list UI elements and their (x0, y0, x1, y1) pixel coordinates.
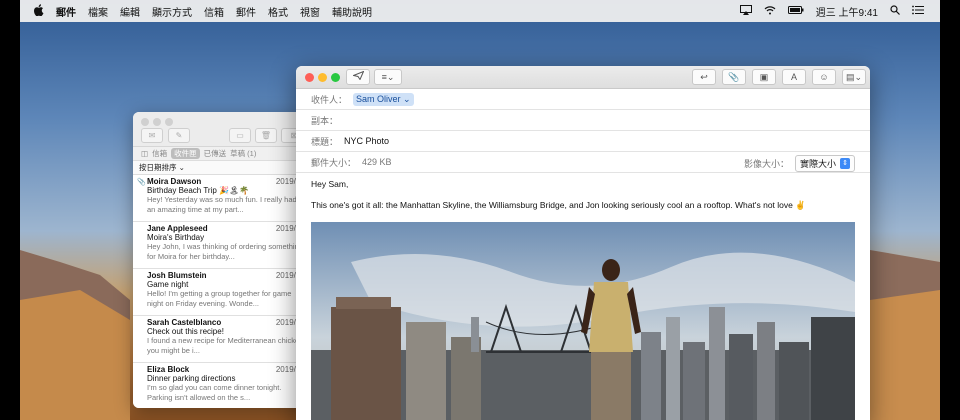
recipient-token[interactable]: Sam Oliver ⌄ (353, 92, 414, 106)
favorites-bar: ◫ 信箱 收件匣 已傳送 草稿 (1) (133, 147, 315, 161)
attach-icon[interactable]: 📎 (722, 69, 746, 85)
minimize-button[interactable] (318, 73, 327, 82)
menu-view[interactable]: 顯示方式 (152, 4, 192, 19)
minimize-button[interactable] (153, 118, 161, 126)
fav-sent[interactable]: 已傳送 (204, 148, 227, 159)
menu-clock[interactable]: 週三 上午9:41 (816, 4, 878, 19)
sidebar-toggle-icon[interactable]: ◫ (141, 149, 148, 158)
image-size-control: 影像大小： 實際大小 ⇕ (744, 155, 855, 172)
list-item[interactable]: 📎 Moira Dawson 2019/3/6 Birthday Beach T… (133, 175, 315, 222)
airplay-icon[interactable] (739, 4, 752, 18)
fav-drafts[interactable]: 草稿 (1) (230, 148, 256, 159)
attachment-icon: 📎 (137, 179, 146, 186)
image-size-select[interactable]: 實際大小 ⇕ (794, 155, 855, 172)
photo-browser-icon[interactable]: ▣ (752, 69, 776, 85)
list-item[interactable]: Eliza Block 2019/3/6 Dinner parking dire… (133, 363, 315, 408)
stationery-icon[interactable]: ▤⌄ (842, 69, 866, 85)
message-preview: Hey John, I was thinking of ordering som… (147, 242, 303, 261)
desktop: 郵件 檔案 編輯 顯示方式 信箱 郵件 格式 視窗 輔助說明 週三 上午9:41… (20, 0, 940, 420)
subject-value[interactable]: NYC Photo (344, 136, 389, 146)
fav-inbox[interactable]: 收件匣 (171, 148, 200, 159)
reply-icon[interactable]: ↩ (692, 69, 716, 85)
message-subject: Moira's Birthday (147, 233, 205, 242)
subject-field[interactable]: 標題： NYC Photo (296, 131, 870, 152)
compose-icon[interactable]: ✎ (168, 128, 190, 143)
message-body[interactable]: Hey Sam, This one's got it all: the Manh… (296, 173, 870, 211)
header-fields-icon[interactable]: ≡⌄ (374, 69, 402, 85)
attached-photo[interactable] (311, 222, 855, 420)
message-preview: I'm so glad you can come dinner tonight.… (147, 383, 282, 402)
message-size-row: 郵件大小： 429 KB 影像大小： 實際大小 ⇕ (296, 152, 870, 173)
cc-field[interactable]: 副本： (296, 110, 870, 131)
spotlight-search-icon[interactable] (890, 4, 900, 18)
sort-by-date-button[interactable]: 按日期排序 ⌄ (139, 162, 185, 173)
list-item[interactable]: Sarah Castelblanco 2019/3/6 Check out th… (133, 316, 315, 363)
message-size-label: 郵件大小： (311, 157, 357, 168)
apple-menu-icon[interactable] (34, 3, 44, 19)
menu-help[interactable]: 輔助說明 (332, 4, 372, 19)
zoom-button[interactable] (165, 118, 173, 126)
message-size-value: 429 KB (362, 157, 392, 167)
mailbox-window: ✉ ✎ ▭ 🗑 ⊠ ◫ 信箱 收件匣 已傳送 草稿 (1) 按日期排序 ⌄ ≡ … (133, 112, 315, 408)
message-preview: I found a new recipe for Mediterranean c… (147, 336, 304, 355)
message-preview: Hey! Yesterday was so much fun. I really… (147, 195, 297, 214)
send-icon[interactable] (346, 69, 370, 85)
menu-edit[interactable]: 編輯 (120, 4, 140, 19)
menu-file[interactable]: 檔案 (88, 4, 108, 19)
list-item[interactable]: Jane Appleseed 2019/3/6 Moira's Birthday… (133, 222, 315, 269)
sort-bar: 按日期排序 ⌄ ≡ (133, 161, 315, 175)
image-size-value: 實際大小 (799, 159, 836, 169)
menu-mailbox[interactable]: 信箱 (204, 4, 224, 19)
image-size-label: 影像大小： (743, 159, 789, 169)
get-mail-icon[interactable]: ✉ (141, 128, 163, 143)
to-label: 收件人： (311, 94, 348, 105)
emoji-icon[interactable]: ☺ (812, 69, 836, 85)
message-subject: Birthday Beach Trip 🎉🏝🌴 (147, 186, 250, 195)
wifi-icon[interactable] (764, 5, 776, 18)
battery-icon[interactable] (787, 5, 804, 17)
compose-toolbar: ≡⌄ ↩ 📎 ▣ A ☺ ▤⌄ (296, 66, 870, 89)
message-subject: Check out this recipe! (147, 327, 224, 336)
body-paragraph: This one's got it all: the Manhattan Sky… (311, 200, 806, 210)
fav-mailboxes[interactable]: 信箱 (152, 148, 167, 159)
close-button[interactable] (305, 73, 314, 82)
menu-format[interactable]: 格式 (268, 4, 288, 19)
archive-icon[interactable]: ▭ (229, 128, 251, 143)
chevron-updown-icon: ⇕ (840, 158, 850, 169)
format-icon[interactable]: A (782, 69, 806, 85)
mailbox-toolbar: ✉ ✎ ▭ 🗑 ⊠ (133, 112, 315, 147)
menu-message[interactable]: 郵件 (236, 4, 256, 19)
menu-bar: 郵件 檔案 編輯 顯示方式 信箱 郵件 格式 視窗 輔助說明 週三 上午9:41 (20, 0, 940, 22)
cc-label: 副本： (311, 115, 339, 126)
trash-icon[interactable]: 🗑 (255, 128, 277, 143)
compose-window: ≡⌄ ↩ 📎 ▣ A ☺ ▤⌄ 收件人： Sam Oliver ⌄ 副本： 標題… (296, 66, 870, 420)
notification-center-icon[interactable] (912, 5, 924, 18)
to-field[interactable]: 收件人： Sam Oliver ⌄ (296, 89, 870, 110)
menu-app-name[interactable]: 郵件 (56, 4, 76, 19)
body-greeting: Hey Sam, (311, 179, 349, 189)
message-subject: Dinner parking directions (147, 374, 236, 383)
menu-window[interactable]: 視窗 (300, 4, 320, 19)
zoom-button[interactable] (331, 73, 340, 82)
close-button[interactable] (141, 118, 149, 126)
list-item[interactable]: Josh Blumstein 2019/3/6 Game night Hello… (133, 269, 315, 316)
subject-label: 標題： (311, 136, 339, 147)
message-preview: Hello! I'm getting a group together for … (147, 289, 292, 308)
message-subject: Game night (147, 280, 189, 289)
